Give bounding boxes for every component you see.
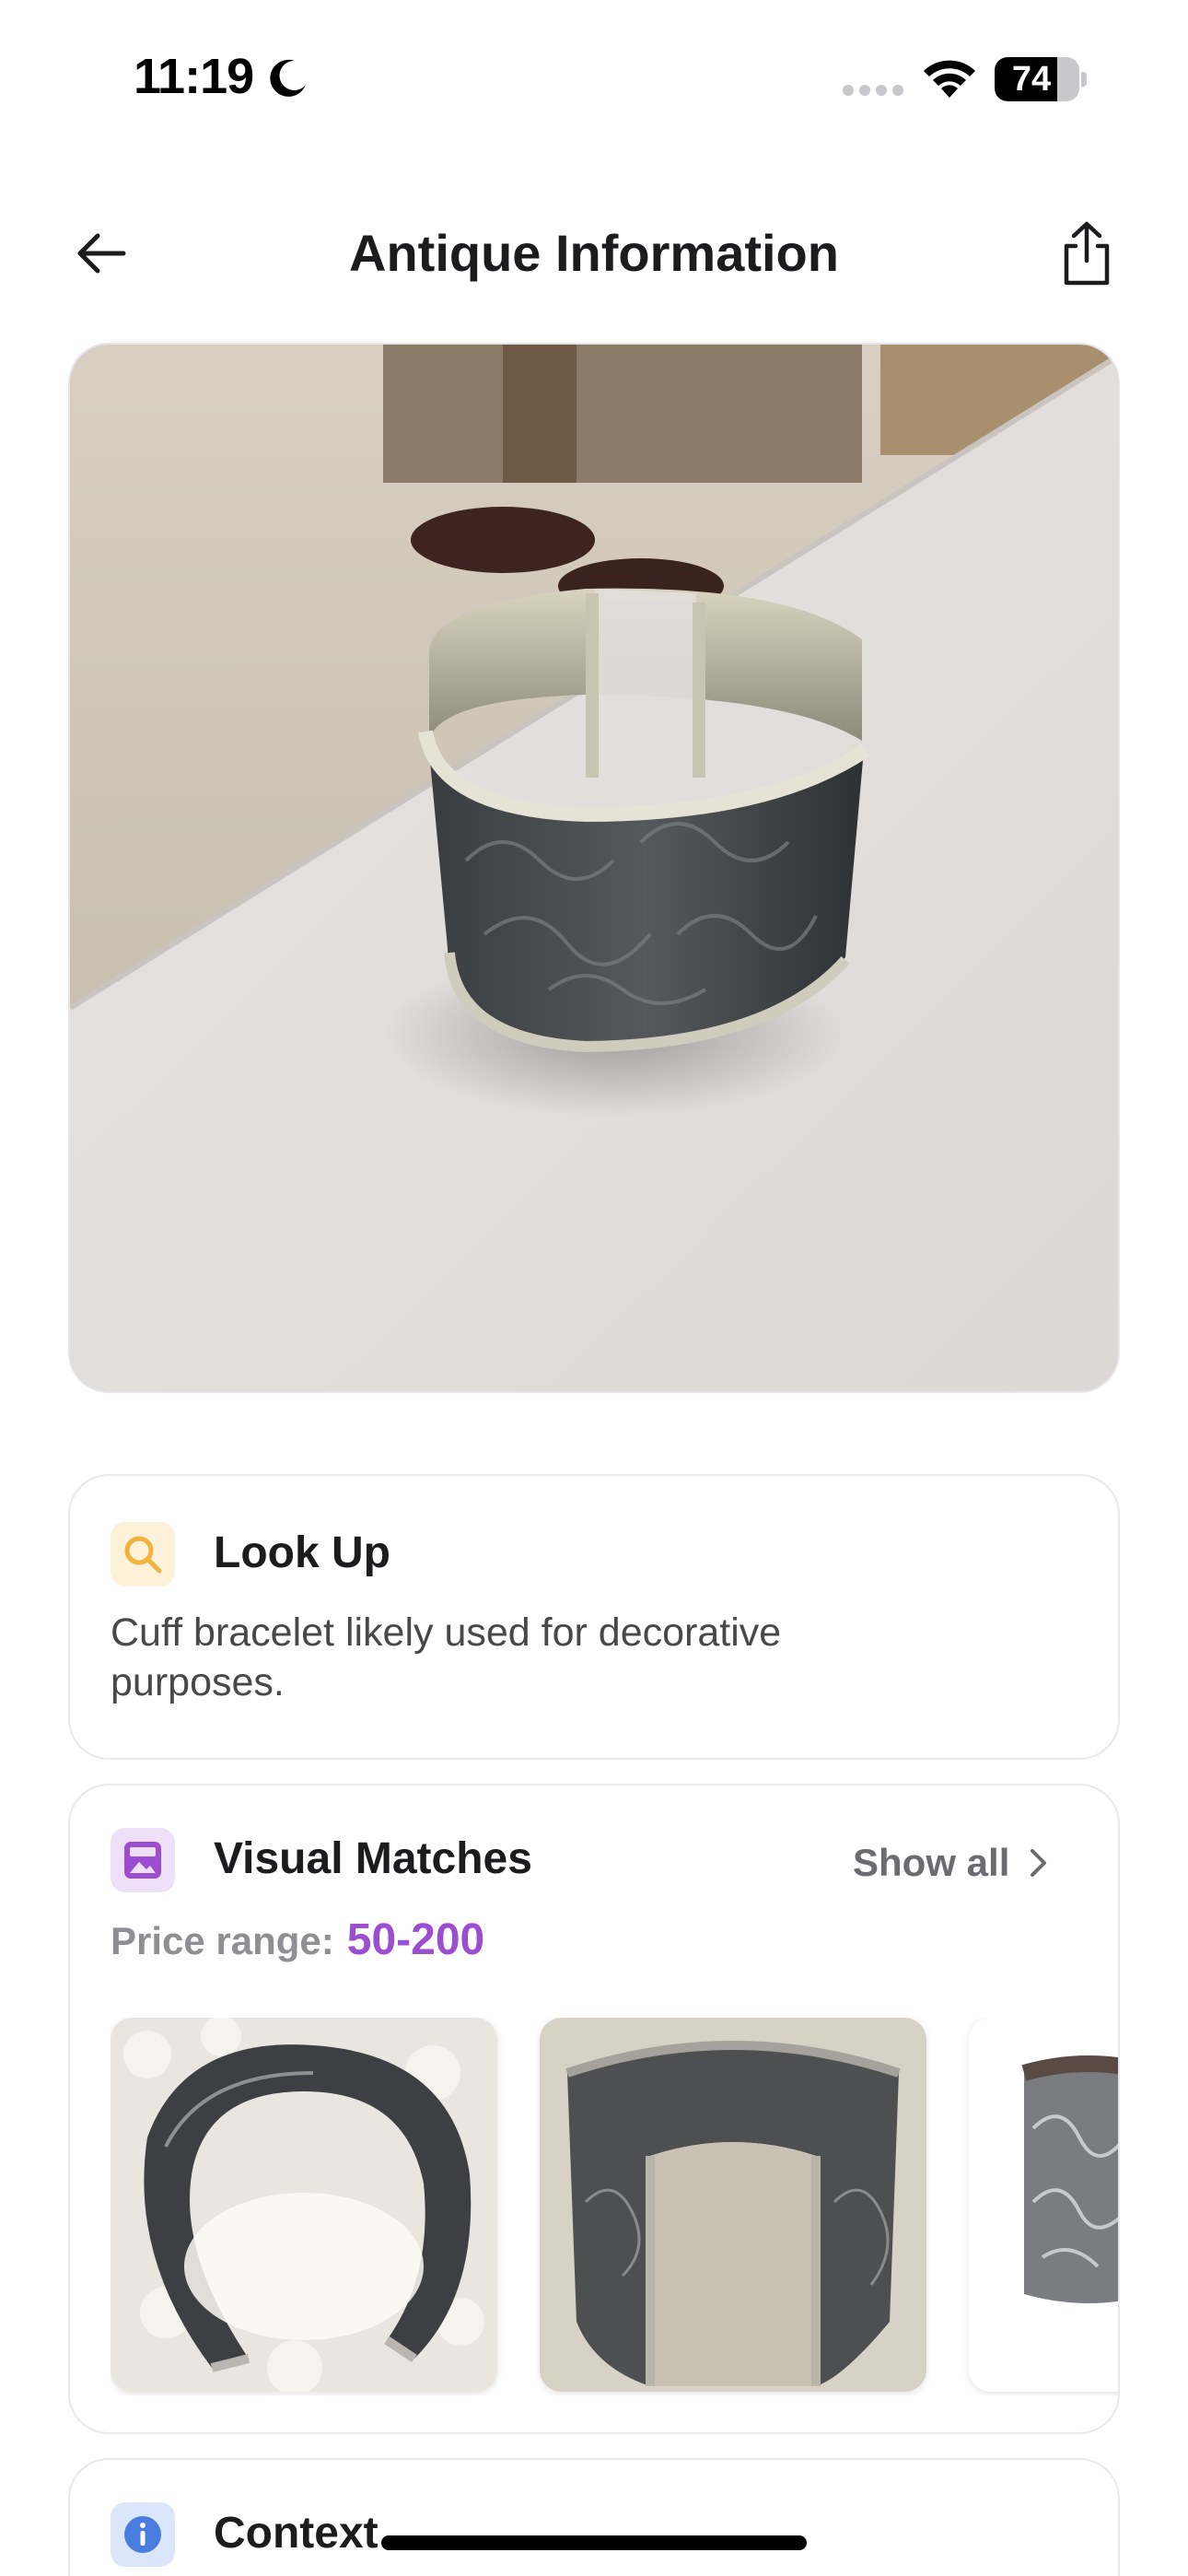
back-button[interactable] (64, 217, 138, 290)
nav-bar: Antique Information (0, 184, 1188, 322)
match-thumbnail-3[interactable] (969, 2018, 1118, 2392)
price-range: Price range: 50-200 (111, 1914, 484, 1965)
context-icon-badge (111, 2502, 175, 2567)
context-title: Context (214, 2509, 379, 2558)
price-range-value: 50-200 (346, 1915, 485, 1964)
visual-matches-title: Visual Matches (214, 1834, 532, 1883)
lookup-title: Look Up (214, 1528, 390, 1577)
context-card: Context (68, 2458, 1120, 2576)
image-match-icon (124, 1842, 161, 1879)
visual-matches-card: Visual Matches Show all Price range: 50-… (68, 1784, 1120, 2434)
status-time: 11:19 (134, 49, 254, 104)
match-thumbnail-2[interactable] (540, 2018, 926, 2392)
price-range-label: Price range: (111, 1919, 334, 1962)
info-icon (124, 2516, 161, 2553)
share-button[interactable] (1050, 212, 1124, 295)
show-all-button[interactable]: Show all (853, 1841, 1050, 1885)
visual-matches-icon-badge (111, 1828, 175, 1892)
cellular-dots-icon (843, 85, 903, 96)
moon-icon (270, 59, 306, 97)
battery-icon: 74 (995, 57, 1087, 101)
share-icon (1064, 221, 1110, 286)
cuff-bracelet-photo[interactable] (68, 343, 1120, 1393)
search-icon (124, 1536, 162, 1574)
lookup-card: Look Up Cuff bracelet likely used for de… (68, 1474, 1120, 1760)
match-thumbnails (111, 2018, 1118, 2395)
page-title: Antique Information (349, 224, 839, 282)
show-all-label: Show all (853, 1841, 1010, 1884)
lookup-description: Cuff bracelet likely used for decorative… (111, 1610, 782, 1704)
wifi-icon (924, 60, 975, 98)
arrow-left-icon (77, 233, 126, 274)
battery-level: 74 (1011, 60, 1052, 99)
bracelet-photo-illustration (70, 345, 1118, 1391)
match-thumbnail-1[interactable] (111, 2018, 497, 2392)
chevron-right-icon (1031, 1849, 1047, 1877)
lookup-icon-badge (111, 1522, 175, 1587)
status-bar: 11:19 74 (0, 0, 1188, 157)
home-indicator[interactable] (381, 2535, 807, 2550)
